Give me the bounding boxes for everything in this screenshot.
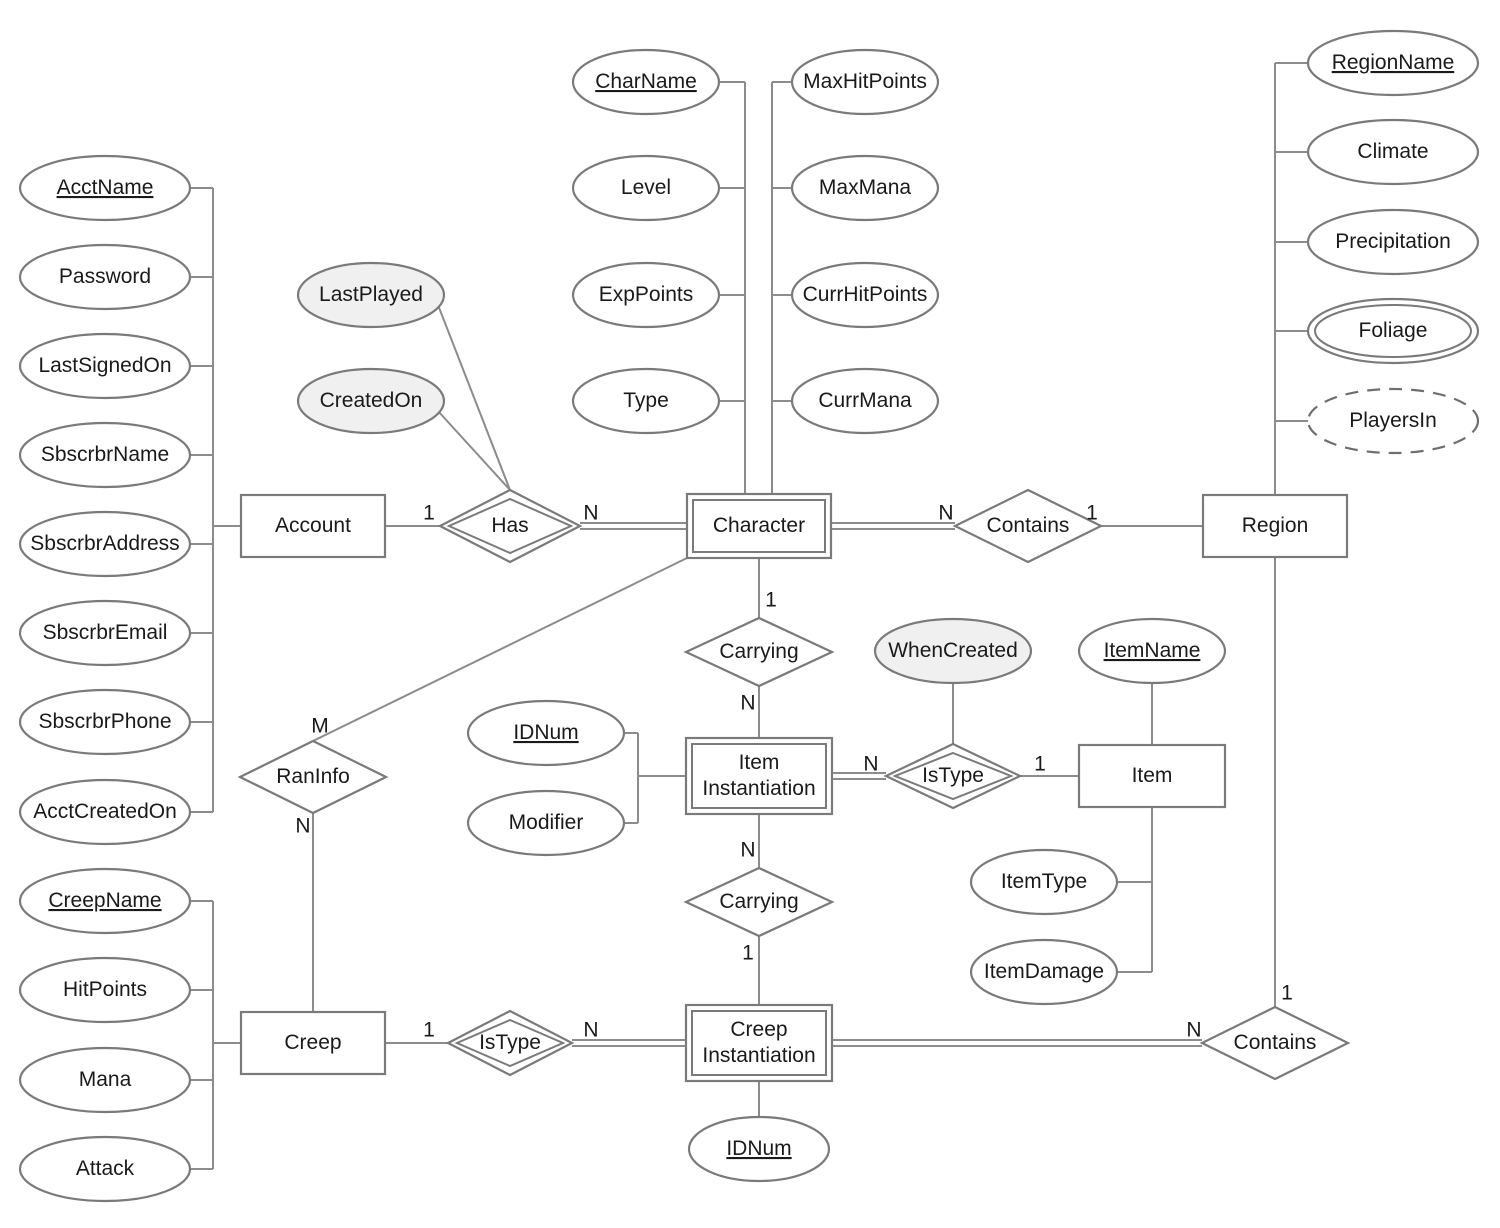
attribute-currhitpoints[interactable]: CurrHitPoints [790,261,940,329]
card-character-contains: N [938,502,953,525]
attribute-acctname[interactable]: AcctName [18,154,192,222]
relationship-contains-creep[interactable]: Contains [1199,1005,1351,1081]
attribute-sbscrbremail[interactable]: SbscrbrEmail [18,599,192,667]
attribute-whencreated[interactable]: WhenCreated [873,617,1033,685]
attribute-creep-idnum[interactable]: IDNum [687,1115,831,1183]
er-diagram-canvas: Account Character Region Item Instantiation I… [0,0,1500,1228]
attribute-maxhitpoints[interactable]: MaxHitPoints [790,48,940,116]
card-has-character: N [583,502,598,525]
relationship-has[interactable]: Has [437,488,583,564]
diagram-nodes: Account Character Region Item Instantiation I… [18,29,1480,1203]
card-carrying2-creepinst: 1 [742,942,754,965]
entity-item[interactable]: Item [1077,743,1227,809]
attribute-lastsignedon[interactable]: LastSignedOn [18,332,192,400]
attribute-password[interactable]: Password [18,243,192,311]
connector-lines [190,62,1308,1170]
attribute-hitpoints[interactable]: HitPoints [18,956,192,1024]
card-character-carrying: 1 [765,589,777,612]
er-diagram-svg: Account Character Region Item Instantiation I… [18,29,1480,1203]
relationship-carrying-item-creep[interactable]: Carrying [683,866,835,938]
card-contains-region2: 1 [1281,982,1293,1005]
attribute-climate[interactable]: Climate [1306,118,1480,186]
attribute-exppoints[interactable]: ExpPoints [571,261,721,329]
card-istype-creepinst: N [583,1019,598,1042]
entity-region[interactable]: Region [1201,493,1349,559]
attribute-acctcreatedon[interactable]: AcctCreatedOn [18,778,192,846]
attribute-level[interactable]: Level [571,154,721,222]
attribute-itemdamage[interactable]: ItemDamage [969,938,1119,1006]
attribute-sbscrbrname[interactable]: SbscrbrName [18,421,192,489]
relationship-istype-item[interactable]: IsType [883,742,1023,810]
attribute-regionname[interactable]: RegionName [1306,29,1480,97]
relationship-istype-creep[interactable]: IsType [445,1009,575,1077]
card-iteminst-carrying2: N [740,839,755,862]
entity-account[interactable]: Account [239,493,387,559]
attribute-attack[interactable]: Attack [18,1135,192,1203]
attribute-itemname[interactable]: ItemName [1077,617,1227,685]
entity-creep-instantiation[interactable]: Creep Instantiation [684,1003,834,1083]
attribute-modifier[interactable]: Modifier [466,789,626,857]
attribute-mana[interactable]: Mana [18,1046,192,1114]
relationship-carrying-char-item[interactable]: Carrying [683,616,835,688]
card-raninfo-n: N [295,815,310,838]
attribute-precipitation[interactable]: Precipitation [1306,208,1480,276]
attribute-sbscrbrphone[interactable]: SbscrbrPhone [18,688,192,756]
card-account-has: 1 [423,502,435,525]
card-istype-item: 1 [1034,753,1046,776]
card-creep-istype: 1 [423,1019,435,1042]
attribute-sbscrbraddress[interactable]: SbscrbrAddress [18,510,192,578]
attribute-charname[interactable]: CharName [571,48,721,116]
attribute-type[interactable]: Type [571,367,721,435]
relationship-raninfo[interactable]: RanInfo [237,739,389,815]
entity-creep[interactable]: Creep [239,1010,387,1076]
entity-character[interactable]: Character [685,492,833,560]
entity-item-instantiation[interactable]: Item Instantiation [684,736,834,816]
attribute-maxmana[interactable]: MaxMana [790,154,940,222]
card-carrying-iteminst: N [740,692,755,715]
attribute-createdon[interactable]: CreatedOn [296,367,446,435]
card-creepinst-contains: N [1186,1019,1201,1042]
attribute-currmana[interactable]: CurrMana [790,367,940,435]
attribute-item-idnum[interactable]: IDNum [466,699,626,767]
relationship-contains-region[interactable]: Contains [952,488,1104,564]
attribute-playersin[interactable]: PlayersIn [1306,387,1480,455]
attribute-itemtype[interactable]: ItemType [969,848,1119,916]
attribute-foliage[interactable]: Foliage [1306,297,1480,365]
attribute-creepname[interactable]: CreepName [18,867,192,935]
attribute-lastplayed[interactable]: LastPlayed [296,261,446,329]
